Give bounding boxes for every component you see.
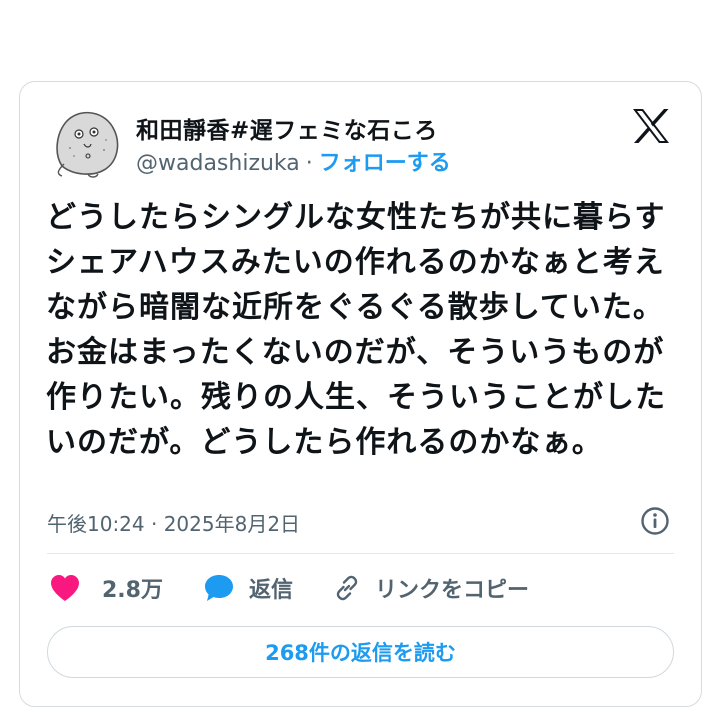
x-logo-icon[interactable] — [631, 108, 671, 144]
speech-bubble-icon — [204, 575, 233, 601]
handle-row: @wadashizuka · フォローする — [136, 145, 451, 177]
link-icon — [336, 575, 358, 601]
info-icon[interactable] — [640, 506, 670, 536]
display-name[interactable]: 和田靜香#遅フェミな石ころ — [136, 111, 438, 145]
like-button[interactable]: 2.8万 — [50, 572, 163, 604]
read-replies-button[interactable]: 268件の返信を読む — [47, 626, 674, 678]
heart-icon — [51, 575, 79, 601]
separator-dot: · — [305, 151, 313, 176]
tweet-text: どうしたらシングルな女性たちが共に暮らすシェアハウスみたいの作れるのかなぁと考え… — [46, 200, 666, 460]
follow-button[interactable]: フォローする — [319, 145, 451, 177]
reply-button[interactable]: 返信 — [203, 572, 293, 604]
like-count: 2.8万 — [102, 578, 163, 603]
avatar[interactable] — [48, 104, 124, 180]
divider — [47, 553, 674, 554]
copy-link-button[interactable]: リンクをコピー — [333, 572, 529, 604]
tweet-card: 和田靜香#遅フェミな石ころ @wadashizuka · フォローする どうした… — [19, 81, 702, 707]
copy-link-label: リンクをコピー — [375, 578, 530, 603]
action-bar: 2.8万 返信 リンクをコピー — [50, 572, 529, 604]
timestamp[interactable]: 午後10:24 · 2025年8月2日 — [47, 508, 300, 537]
reply-label: 返信 — [248, 578, 293, 603]
user-handle[interactable]: @wadashizuka — [136, 151, 300, 176]
